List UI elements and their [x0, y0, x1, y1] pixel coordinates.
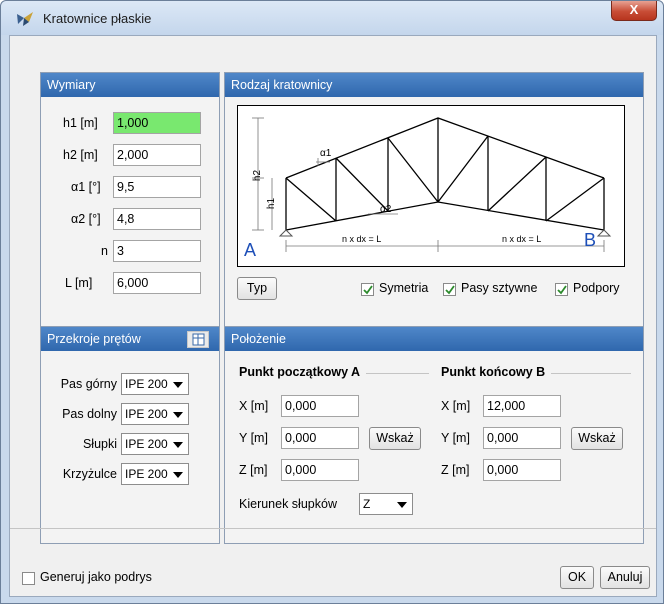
top-chord-label: Pas górny [60, 377, 117, 391]
post-direction-value: Z [363, 497, 371, 511]
app-icon [17, 12, 33, 26]
table-icon [192, 333, 205, 346]
alpha1-field[interactable] [113, 176, 201, 198]
truss-drawing [252, 117, 612, 252]
chevron-down-icon [397, 502, 407, 508]
rigid-chords-checkbox[interactable] [443, 283, 456, 296]
posts-select[interactable]: IPE 200 [121, 433, 189, 455]
position-panel: Położenie Punkt początkowy A X [m] Y [m]… [224, 326, 644, 544]
bottom-chord-value: IPE 200 [125, 407, 168, 421]
ok-button[interactable]: OK [560, 566, 594, 589]
post-direction-select[interactable]: Z [359, 493, 413, 515]
rigid-chords-label: Pasy sztywne [461, 281, 538, 295]
dimensions-panel: Wymiary h1 [m] h2 [m] α1 [°] α2 [°] n L … [40, 72, 220, 334]
alpha1-label: α1 [°] [71, 180, 101, 194]
check-icon [363, 285, 373, 295]
dimensions-header: Wymiary [41, 73, 219, 97]
generate-as-underlay-checkbox[interactable] [22, 572, 35, 585]
h1-label: h1 [m] [63, 116, 98, 130]
position-header: Położenie [225, 327, 643, 351]
start-point-title: Punkt początkowy A [239, 365, 367, 379]
posts-label: Słupki [82, 437, 117, 451]
length-label: L [m] [65, 276, 93, 290]
diagram-label-alpha2: α2 [380, 204, 392, 215]
sections-panel: Przekroje prętów Pas górny IPE 200 Pas d… [40, 326, 220, 544]
type-button[interactable]: Typ [237, 277, 277, 300]
sections-title: Przekroje prętów [47, 332, 141, 346]
end-x-field[interactable] [483, 395, 561, 417]
start-pick-button[interactable]: Wskaż [369, 427, 421, 450]
h2-label: h2 [m] [63, 148, 98, 162]
supports-checkbox[interactable] [555, 283, 568, 296]
alpha2-label: α2 [°] [71, 212, 101, 226]
truss-type-panel: Rodzaj kratownicy h2 h1 α1 α2 n x dx = L… [224, 72, 644, 334]
length-field[interactable] [113, 272, 201, 294]
alpha2-field[interactable] [113, 208, 201, 230]
diagonals-value: IPE 200 [125, 467, 168, 481]
cancel-button[interactable]: Anuluj [600, 566, 650, 589]
bottom-chord-label: Pas dolny [62, 407, 117, 421]
end-z-field[interactable] [483, 459, 561, 481]
posts-value: IPE 200 [125, 437, 168, 451]
diagonals-label: Krzyżulce [62, 467, 117, 481]
start-y-label: Y [m] [239, 431, 268, 445]
start-z-field[interactable] [281, 459, 359, 481]
top-chord-select[interactable]: IPE 200 [121, 373, 189, 395]
section-library-button[interactable] [187, 331, 209, 348]
close-button[interactable]: X [611, 1, 657, 21]
symmetry-label: Symetria [379, 281, 429, 295]
post-direction-label: Kierunek słupków [239, 497, 337, 511]
dialog-window: Kratownice płaskie X Wymiary h1 [m] h2 [… [0, 0, 664, 604]
end-z-label: Z [m] [441, 463, 470, 477]
diagram-label-b: B [584, 230, 597, 250]
diagram-label-a: A [244, 240, 257, 260]
n-field[interactable] [113, 240, 201, 262]
dialog-client: Wymiary h1 [m] h2 [m] α1 [°] α2 [°] n L … [9, 35, 657, 597]
diagram-label-alpha1: α1 [320, 148, 332, 159]
diagram-dimension-left: n x dx = L [342, 234, 382, 244]
chevron-down-icon [173, 472, 183, 478]
diagram-label-h2: h2 [252, 169, 264, 182]
start-x-field[interactable] [281, 395, 359, 417]
footer-separator [10, 528, 656, 529]
bottom-chord-select[interactable]: IPE 200 [121, 403, 189, 425]
symmetry-checkbox[interactable] [361, 283, 374, 296]
start-x-label: X [m] [239, 399, 269, 413]
diagonals-select[interactable]: IPE 200 [121, 463, 189, 485]
h2-field[interactable] [113, 144, 201, 166]
title-bar[interactable]: Kratownice płaskie X [1, 1, 663, 35]
chevron-down-icon [173, 442, 183, 448]
chevron-down-icon [173, 382, 183, 388]
end-point-title: Punkt końcowy B [441, 365, 552, 379]
n-label: n [101, 244, 108, 258]
start-y-field[interactable] [281, 427, 359, 449]
end-y-label: Y [m] [441, 431, 470, 445]
start-z-label: Z [m] [239, 463, 268, 477]
chevron-down-icon [173, 412, 183, 418]
window-title: Kratownice płaskie [43, 11, 152, 26]
check-icon [557, 285, 567, 295]
diagram-label-h1: h1 [266, 197, 278, 210]
h1-field[interactable] [113, 112, 201, 134]
diagram-dimension-right: n x dx = L [502, 234, 542, 244]
end-pick-button[interactable]: Wskaż [571, 427, 623, 450]
top-chord-value: IPE 200 [125, 377, 168, 391]
end-x-label: X [m] [441, 399, 471, 413]
truss-type-header: Rodzaj kratownicy [225, 73, 643, 97]
end-y-field[interactable] [483, 427, 561, 449]
generate-as-underlay-label: Generuj jako podrys [40, 570, 152, 584]
check-icon [445, 285, 455, 295]
truss-diagram: h2 h1 α1 α2 n x dx = L n x dx = L A B [237, 105, 625, 267]
supports-label: Podpory [573, 281, 620, 295]
